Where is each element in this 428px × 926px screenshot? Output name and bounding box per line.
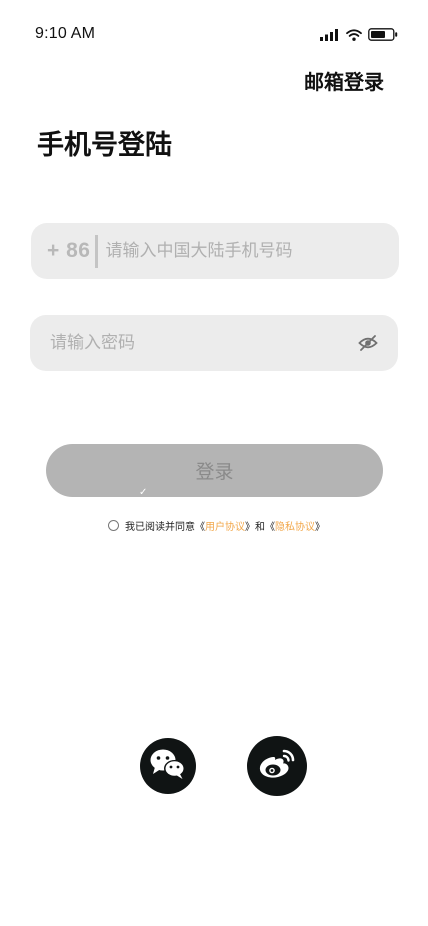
check-mark-icon: ✓ — [139, 487, 148, 498]
email-login-link[interactable]: 邮箱登录 — [304, 66, 384, 95]
battery-icon — [368, 26, 398, 45]
country-code[interactable]: + 86 — [47, 239, 90, 263]
password-field — [30, 315, 398, 371]
status-bar: 9:10 AM — [0, 0, 428, 56]
eye-off-icon[interactable] — [356, 331, 380, 355]
wechat-icon — [149, 747, 187, 785]
privacy-policy-link[interactable]: 隐私协议 — [275, 518, 315, 533]
status-icons — [320, 26, 398, 45]
agreement-middle: 》和《 — [245, 522, 275, 533]
agreement-checkbox[interactable] — [108, 520, 119, 531]
phone-field: + 86 — [31, 223, 399, 279]
agreement-suffix: 》 — [315, 522, 325, 533]
weibo-login-button[interactable] — [247, 736, 307, 796]
signal-icon — [320, 26, 340, 45]
wifi-icon — [346, 26, 362, 45]
agreement-prefix: 我已阅读并同意《 — [125, 522, 205, 533]
phone-input[interactable] — [105, 241, 399, 261]
wechat-login-button[interactable] — [140, 738, 196, 794]
status-time: 9:10 AM — [35, 25, 96, 42]
page-title: 手机号登陆 — [37, 130, 172, 161]
country-code-divider — [95, 234, 99, 268]
password-input[interactable] — [50, 333, 356, 353]
weibo-icon — [257, 747, 297, 785]
agreement-row: 我已阅读并同意《 用户协议 》和《 隐私协议 》 — [108, 518, 325, 533]
login-button[interactable]: 登录 — [46, 444, 383, 497]
user-agreement-link[interactable]: 用户协议 — [205, 518, 245, 533]
